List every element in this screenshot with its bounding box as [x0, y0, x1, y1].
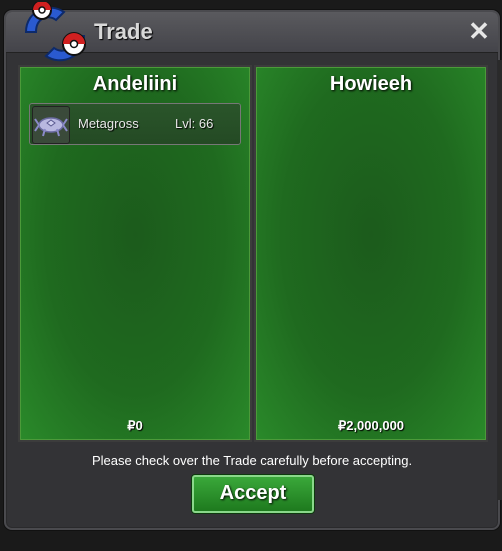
trade-notice: Please check over the Trade carefully be… [91, 453, 413, 468]
pokeball-logo-icon [24, 2, 86, 62]
left-money-offer: ₽0 [127, 418, 143, 433]
accept-button[interactable]: Accept [192, 475, 314, 513]
metagross-icon [32, 106, 70, 144]
right-player-name: Howieeh [329, 73, 413, 95]
right-trade-panel: Howieeh ₽2,000,000 [254, 65, 488, 442]
close-button[interactable]: ✕ [466, 18, 492, 44]
trade-window: Trade ✕ Andeliini Metagross Lvl: 66 ₽0 H… [4, 2, 500, 530]
left-player-name: Andeliini [92, 73, 178, 95]
item-name: Metagross [78, 116, 139, 131]
trade-item-slot[interactable]: Metagross Lvl: 66 [29, 103, 241, 145]
item-level: Lvl: 66 [175, 116, 214, 131]
background-edge [498, 60, 502, 500]
left-trade-panel: Andeliini Metagross Lvl: 66 ₽0 [18, 65, 252, 442]
window-title: Trade [94, 19, 153, 44]
right-money-offer: ₽2,000,000 [337, 418, 405, 433]
